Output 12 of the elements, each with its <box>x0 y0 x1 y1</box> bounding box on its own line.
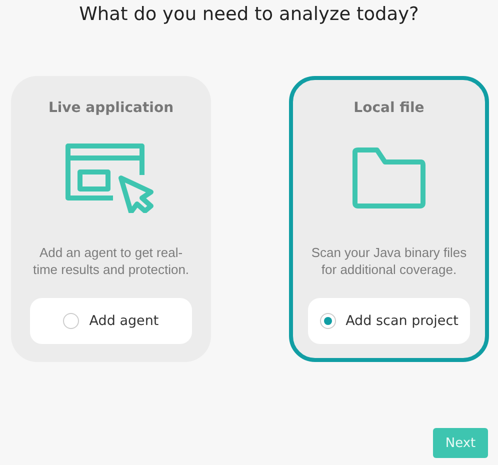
card-title: Live application <box>48 100 174 116</box>
card-title: Local file <box>354 100 424 116</box>
folder-icon <box>352 147 426 209</box>
option-button[interactable]: Add scan project <box>308 298 470 344</box>
card-description: Add an agent to get real-time results and protection. <box>32 244 190 278</box>
radio-button[interactable] <box>63 313 80 329</box>
option-card[interactable]: Live application Add an agent to get real-time results and protection. Add agent <box>11 76 211 362</box>
card-description: Scan your Java binary files for additional coverage. <box>310 244 468 278</box>
radio-button[interactable] <box>320 313 336 329</box>
option-button[interactable]: Add agent <box>30 298 192 344</box>
option-card[interactable]: Local file Scan your Java binary files for additional coverage. Add scan project <box>289 76 489 362</box>
page-heading: What do you need to analyze today? <box>78 3 420 27</box>
